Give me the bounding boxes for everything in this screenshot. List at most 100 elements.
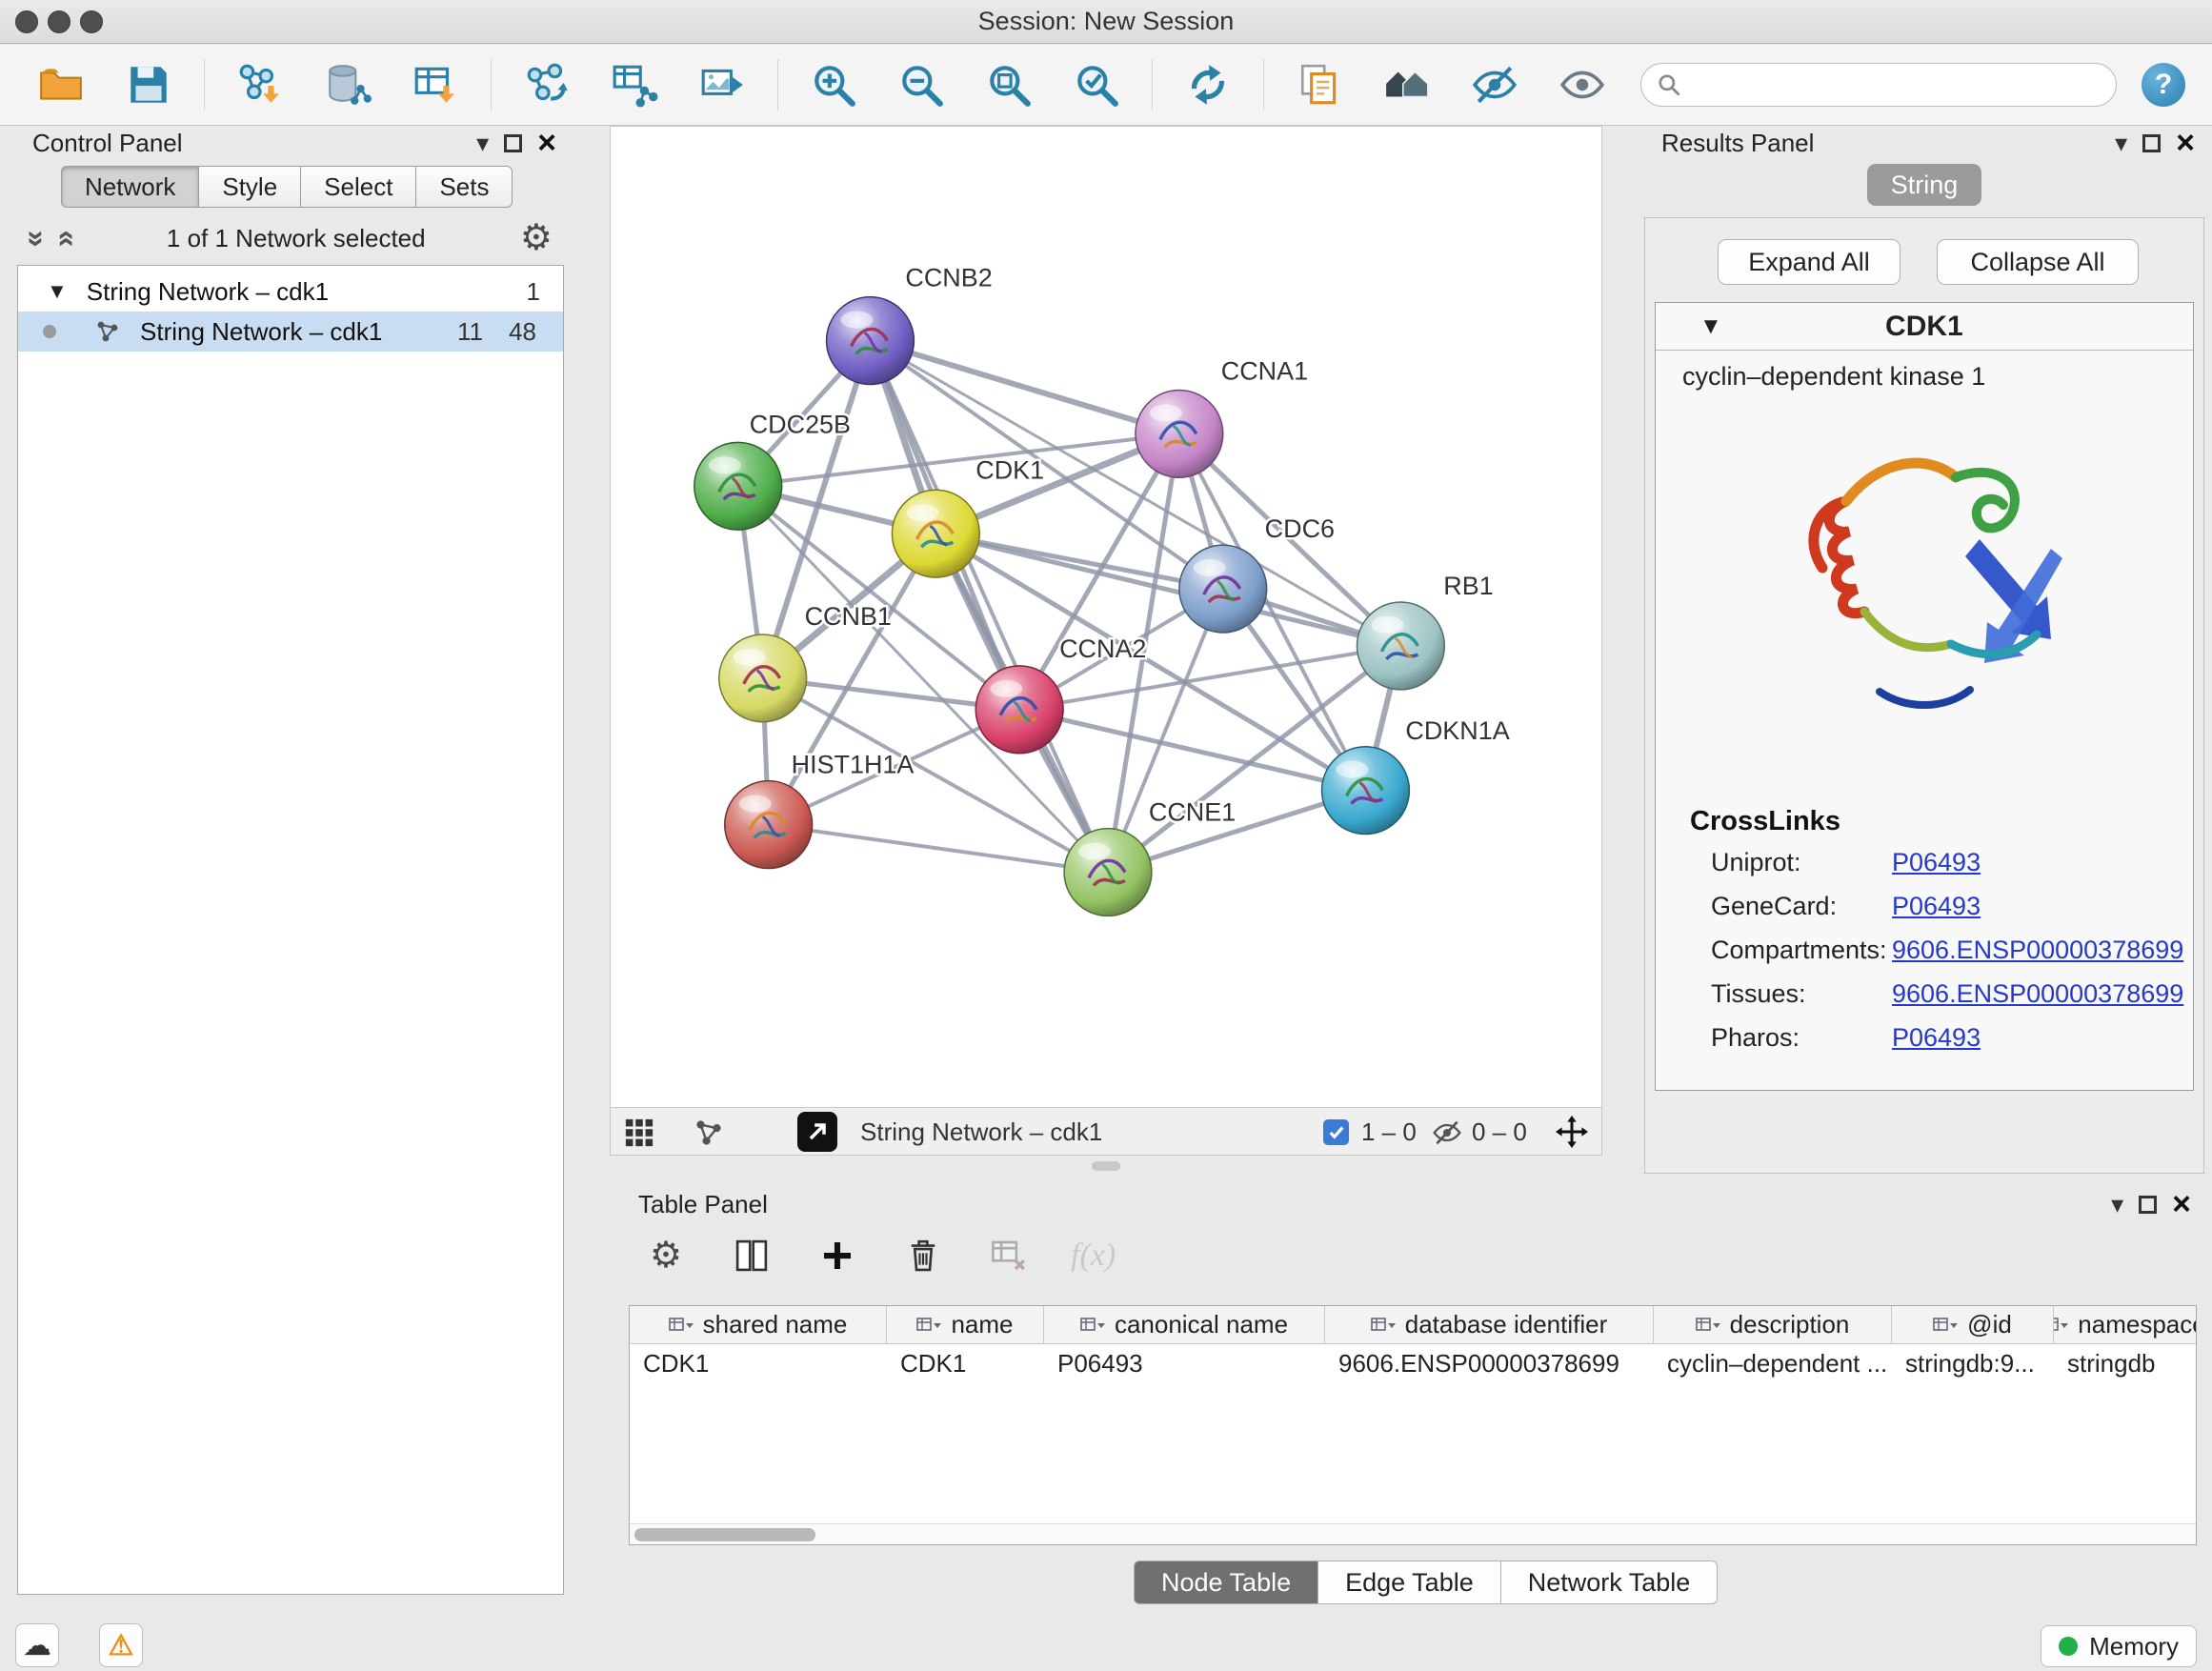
- add-column-icon[interactable]: [814, 1232, 861, 1279]
- cloud-button[interactable]: ☁: [15, 1623, 59, 1667]
- network-node-CCNB2[interactable]: [827, 297, 915, 385]
- import-table-button[interactable]: [409, 58, 462, 111]
- results-panel-float-icon[interactable]: [2142, 134, 2161, 152]
- memory-button[interactable]: Memory: [2041, 1625, 2197, 1667]
- table-panel-float-icon[interactable]: [2139, 1196, 2157, 1214]
- crosslink-link-uniprot[interactable]: P06493: [1892, 848, 1981, 877]
- cell-shared-name[interactable]: CDK1: [630, 1344, 887, 1382]
- edge-HIST1H1A-CCNE1[interactable]: [769, 825, 1108, 873]
- table-row[interactable]: CDK1 CDK1 P06493 9606.ENSP00000378699 cy…: [630, 1344, 2196, 1382]
- results-panel-close-icon[interactable]: ×: [2176, 127, 2195, 159]
- zoom-selected-button[interactable]: [1070, 58, 1123, 111]
- table-panel-close-icon[interactable]: ×: [2172, 1188, 2191, 1220]
- column-header-id[interactable]: @id: [1892, 1306, 2054, 1343]
- tab-node-table[interactable]: Node Table: [1134, 1560, 1318, 1604]
- network-node-CCNA1[interactable]: [1136, 390, 1223, 477]
- selected-checkbox[interactable]: [1323, 1119, 1349, 1145]
- network-canvas[interactable]: CCNB2CCNA1CDC25BCDK1CDC6RB1CCNB1CCNA2CDK…: [610, 126, 1602, 1108]
- window-zoom-button[interactable]: [80, 10, 103, 33]
- collapse-entry-icon[interactable]: ▼: [1699, 313, 1722, 340]
- tab-style[interactable]: Style: [199, 166, 301, 208]
- column-header-name[interactable]: name: [887, 1306, 1044, 1343]
- network-graph[interactable]: CCNB2CCNA1CDC25BCDK1CDC6RB1CCNB1CCNA2CDK…: [611, 127, 1601, 1107]
- birdseye-grid-icon[interactable]: [624, 1117, 654, 1148]
- cell-database-identifier[interactable]: 9606.ENSP00000378699: [1325, 1344, 1654, 1382]
- open-in-browser-button[interactable]: [797, 1112, 837, 1152]
- save-session-button[interactable]: [122, 58, 175, 111]
- column-header-database-identifier[interactable]: database identifier: [1325, 1306, 1654, 1343]
- network-type-icon[interactable]: [693, 1117, 725, 1149]
- network-collection-row[interactable]: ▼ String Network – cdk1 1: [18, 272, 563, 312]
- cell-name[interactable]: CDK1: [887, 1344, 1044, 1382]
- network-node-CCNB1[interactable]: [719, 634, 807, 722]
- control-panel-float-icon[interactable]: [504, 134, 522, 152]
- tree-expander-icon[interactable]: ▼: [47, 279, 68, 304]
- search-box[interactable]: [1640, 63, 2117, 107]
- hide-eye-button[interactable]: [1468, 58, 1521, 111]
- network-from-table-button[interactable]: [608, 58, 661, 111]
- crosslink-link-pharos[interactable]: P06493: [1892, 1023, 1981, 1053]
- results-panel-menu-icon[interactable]: ▾: [2115, 129, 2127, 158]
- column-header-description[interactable]: description: [1654, 1306, 1892, 1343]
- tab-select[interactable]: Select: [301, 166, 416, 208]
- home-views-button[interactable]: [1380, 58, 1434, 111]
- fit-content-crosshair-icon[interactable]: [1556, 1116, 1588, 1148]
- edge-CCNB2-CCNE1[interactable]: [870, 341, 1108, 873]
- network-options-gear-icon[interactable]: ⚙: [520, 220, 553, 256]
- copy-document-button[interactable]: [1293, 58, 1346, 111]
- edge-CCNA2-CDKN1A[interactable]: [1019, 710, 1365, 791]
- control-panel-close-icon[interactable]: ×: [537, 127, 556, 159]
- edge-CCNB2-CCNA1[interactable]: [870, 341, 1178, 434]
- network-node-HIST1H1A[interactable]: [725, 781, 813, 869]
- control-panel-menu-icon[interactable]: ▾: [476, 129, 489, 158]
- table-options-gear-icon[interactable]: ⚙: [642, 1232, 690, 1279]
- scrollbar-thumb[interactable]: [634, 1528, 815, 1541]
- hidden-eye-slash-icon[interactable]: [1432, 1117, 1462, 1148]
- tab-string-results[interactable]: String: [1867, 164, 1981, 206]
- network-row-selected[interactable]: String Network – cdk1 11 48: [18, 312, 563, 352]
- node-result-header[interactable]: ▼ CDK1: [1656, 303, 2193, 351]
- network-node-CDKN1A[interactable]: [1322, 747, 1410, 835]
- cell-namespace[interactable]: stringdb: [2054, 1344, 2196, 1382]
- tab-sets[interactable]: Sets: [416, 166, 513, 208]
- crosslink-link-compartments[interactable]: 9606.ENSP00000378699: [1892, 936, 2183, 965]
- cell-id[interactable]: stringdb:9...: [1892, 1344, 2054, 1382]
- network-node-CCNE1[interactable]: [1064, 829, 1152, 916]
- window-close-button[interactable]: [15, 10, 38, 33]
- warnings-button[interactable]: ⚠: [99, 1623, 143, 1667]
- network-node-RB1[interactable]: [1357, 602, 1444, 690]
- open-session-button[interactable]: [34, 58, 88, 111]
- column-header-shared-name[interactable]: shared name: [630, 1306, 887, 1343]
- search-input[interactable]: [1691, 70, 2101, 100]
- column-header-canonical-name[interactable]: canonical name: [1044, 1306, 1325, 1343]
- tab-network-table[interactable]: Network Table: [1501, 1560, 1719, 1604]
- zoom-in-button[interactable]: [807, 58, 860, 111]
- import-network-database-button[interactable]: [321, 58, 374, 111]
- crosslink-link-genecard[interactable]: P06493: [1892, 892, 1981, 921]
- zoom-out-button[interactable]: [895, 58, 948, 111]
- cell-canonical-name[interactable]: P06493: [1044, 1344, 1325, 1382]
- import-network-file-button[interactable]: [233, 58, 287, 111]
- network-node-CDK1[interactable]: [892, 490, 979, 577]
- collapse-all-button[interactable]: Collapse All: [1937, 239, 2139, 285]
- tab-network[interactable]: Network: [61, 166, 199, 208]
- network-node-CCNA2[interactable]: [975, 666, 1063, 754]
- horizontal-scrollbar[interactable]: [630, 1523, 2196, 1544]
- show-eye-button[interactable]: [1556, 58, 1609, 111]
- show-columns-icon[interactable]: [728, 1232, 775, 1279]
- table-panel-menu-icon[interactable]: ▾: [2111, 1190, 2123, 1219]
- splitter-handle[interactable]: [1092, 1161, 1120, 1171]
- column-header-namespace[interactable]: namespace: [2054, 1306, 2196, 1343]
- network-node-CDC6[interactable]: [1179, 545, 1267, 633]
- network-node-CDC25B[interactable]: [694, 442, 782, 530]
- apply-layout-button[interactable]: [1181, 58, 1235, 111]
- help-button[interactable]: ?: [2142, 63, 2185, 107]
- window-minimize-button[interactable]: [48, 10, 70, 33]
- collapse-all-networks-icon[interactable]: »: [46, 230, 81, 247]
- cell-description[interactable]: cyclin–dependent ...: [1654, 1344, 1892, 1382]
- crosslink-link-tissues[interactable]: 9606.ENSP00000378699: [1892, 979, 2183, 1009]
- zoom-fit-button[interactable]: [982, 58, 1036, 111]
- expand-all-button[interactable]: Expand All: [1718, 239, 1900, 285]
- delete-column-icon[interactable]: [899, 1232, 947, 1279]
- tab-edge-table[interactable]: Edge Table: [1318, 1560, 1501, 1604]
